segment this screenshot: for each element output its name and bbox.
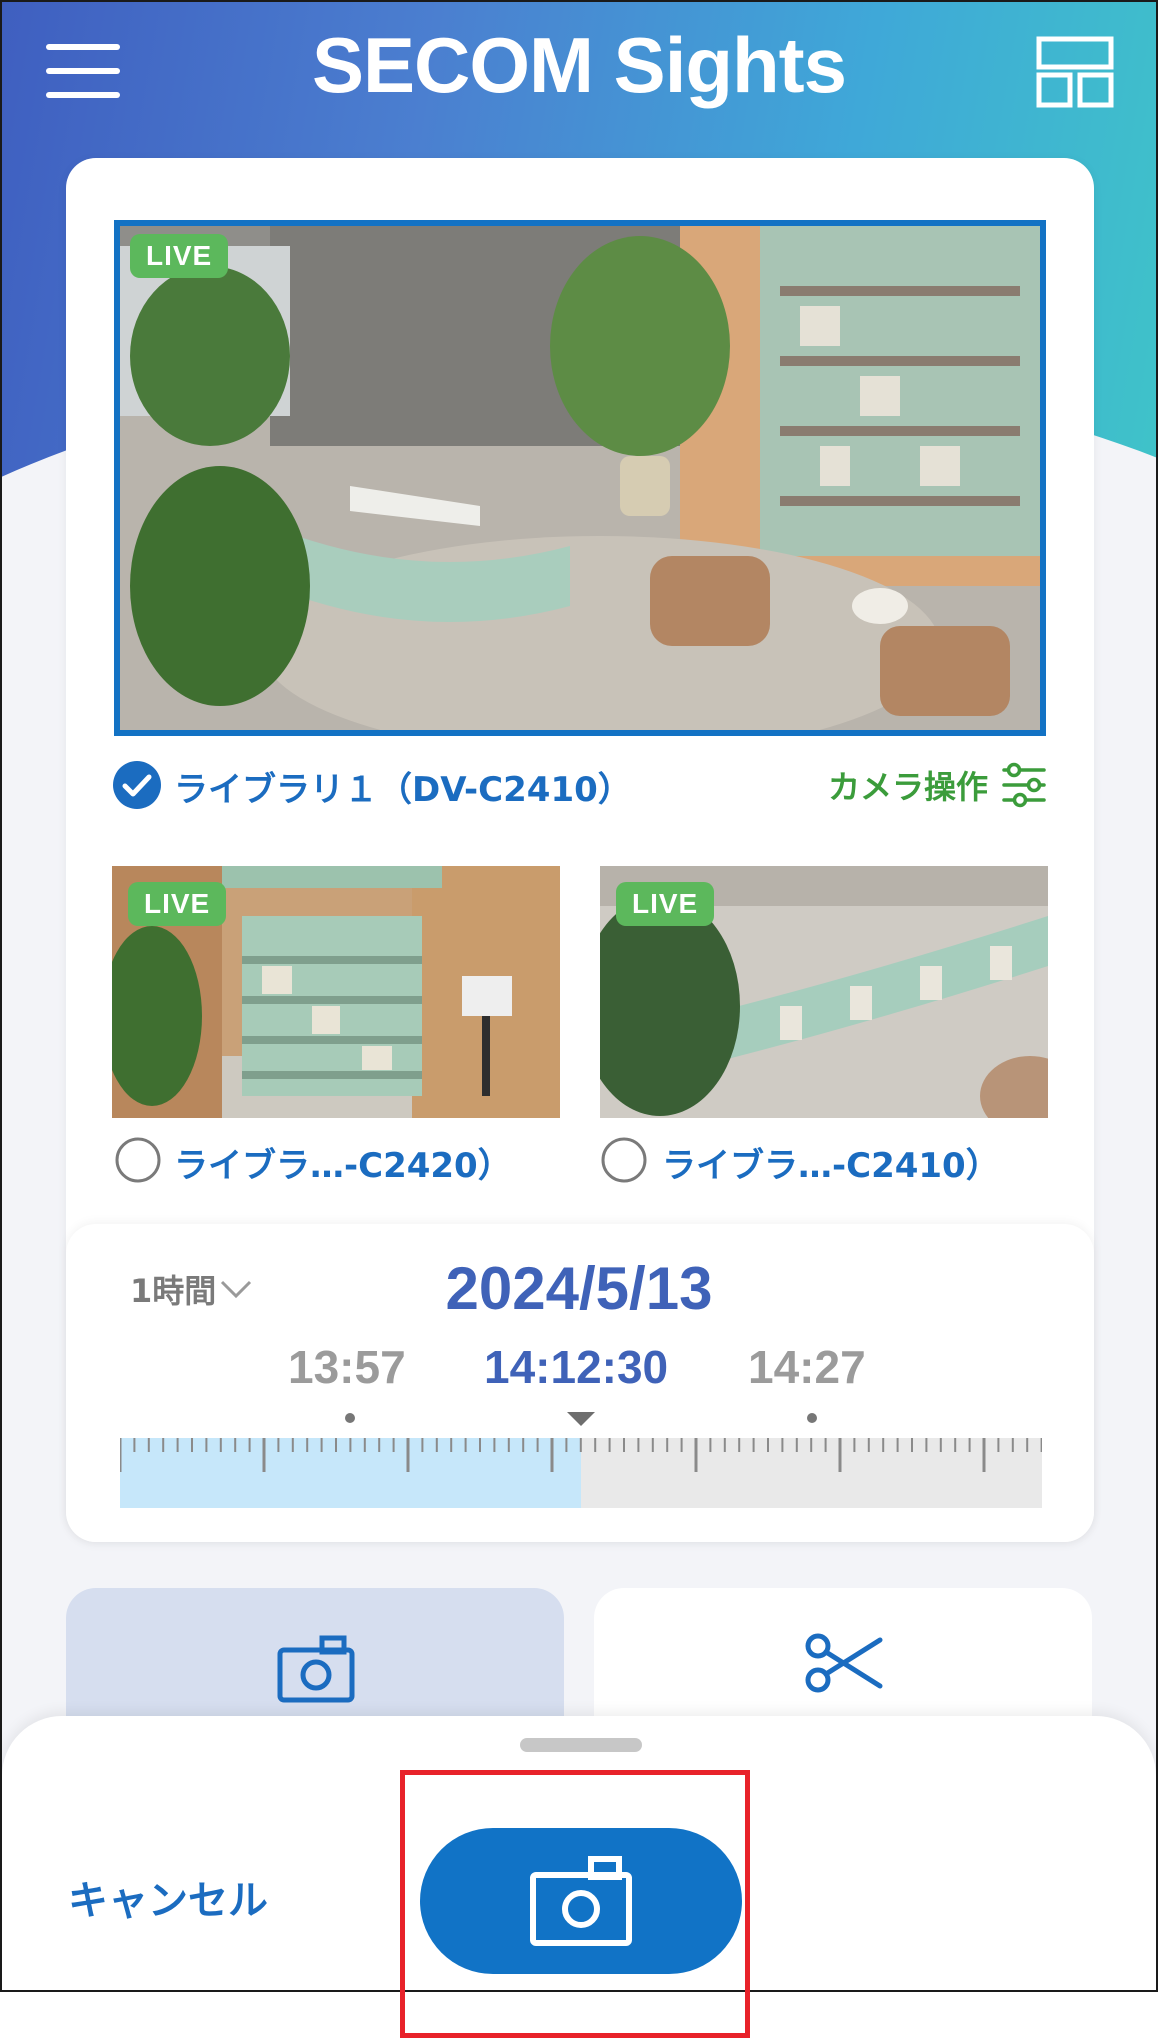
timeline-date: 2024/5/13 [445, 1255, 713, 1322]
camera-operation-button[interactable]: カメラ操作 [828, 760, 1048, 810]
cancel-button[interactable]: キャンセル [68, 1868, 268, 1926]
settings-sliders-icon [1002, 762, 1046, 808]
checked-circle-icon[interactable] [112, 760, 162, 810]
thumbnail-camera-1[interactable]: LIVE [112, 866, 560, 1118]
thumbnail-camera-1-name: ライブラ…-C2420） [174, 1146, 512, 1186]
layout-switch-icon[interactable] [1036, 36, 1114, 108]
main-camera-name: ライブラリ１（DV-C2410） [174, 770, 632, 810]
scissors-icon [805, 1633, 883, 1693]
app-title: SECOM Sights [311, 21, 847, 109]
app-frame: SECOM Sights LIVE ライブラリ１（DV-C2410） カメラ操作… [0, 0, 1158, 1992]
live-badge: LIVE [130, 234, 229, 278]
highlight-annotation-box [400, 1770, 750, 2038]
camera-operation-label: カメラ操作 [827, 768, 988, 806]
time-label-right: 14:27 [748, 1341, 866, 1393]
thumbnail-camera-2[interactable]: LIVE [600, 866, 1048, 1118]
radio-unchecked-icon[interactable] [600, 1136, 648, 1184]
thumbnail-camera-2-name: ライブラ…-C2410） [662, 1146, 1000, 1186]
time-label-left: 13:57 [288, 1341, 406, 1393]
sheet-grab-handle[interactable] [520, 1738, 642, 1752]
radio-unchecked-icon[interactable] [114, 1136, 162, 1184]
time-label-current: 14:12:30 [484, 1341, 669, 1393]
main-camera-view[interactable]: LIVE [114, 220, 1046, 736]
main-camera-feed [120, 226, 1040, 730]
live-badge: LIVE [128, 882, 227, 926]
main-camera-label-row: ライブラリ１（DV-C2410） カメラ操作 [112, 756, 1048, 812]
timeline-ruler[interactable] [120, 1402, 1042, 1512]
camera-icon [277, 1635, 355, 1703]
live-badge: LIVE [616, 882, 715, 926]
